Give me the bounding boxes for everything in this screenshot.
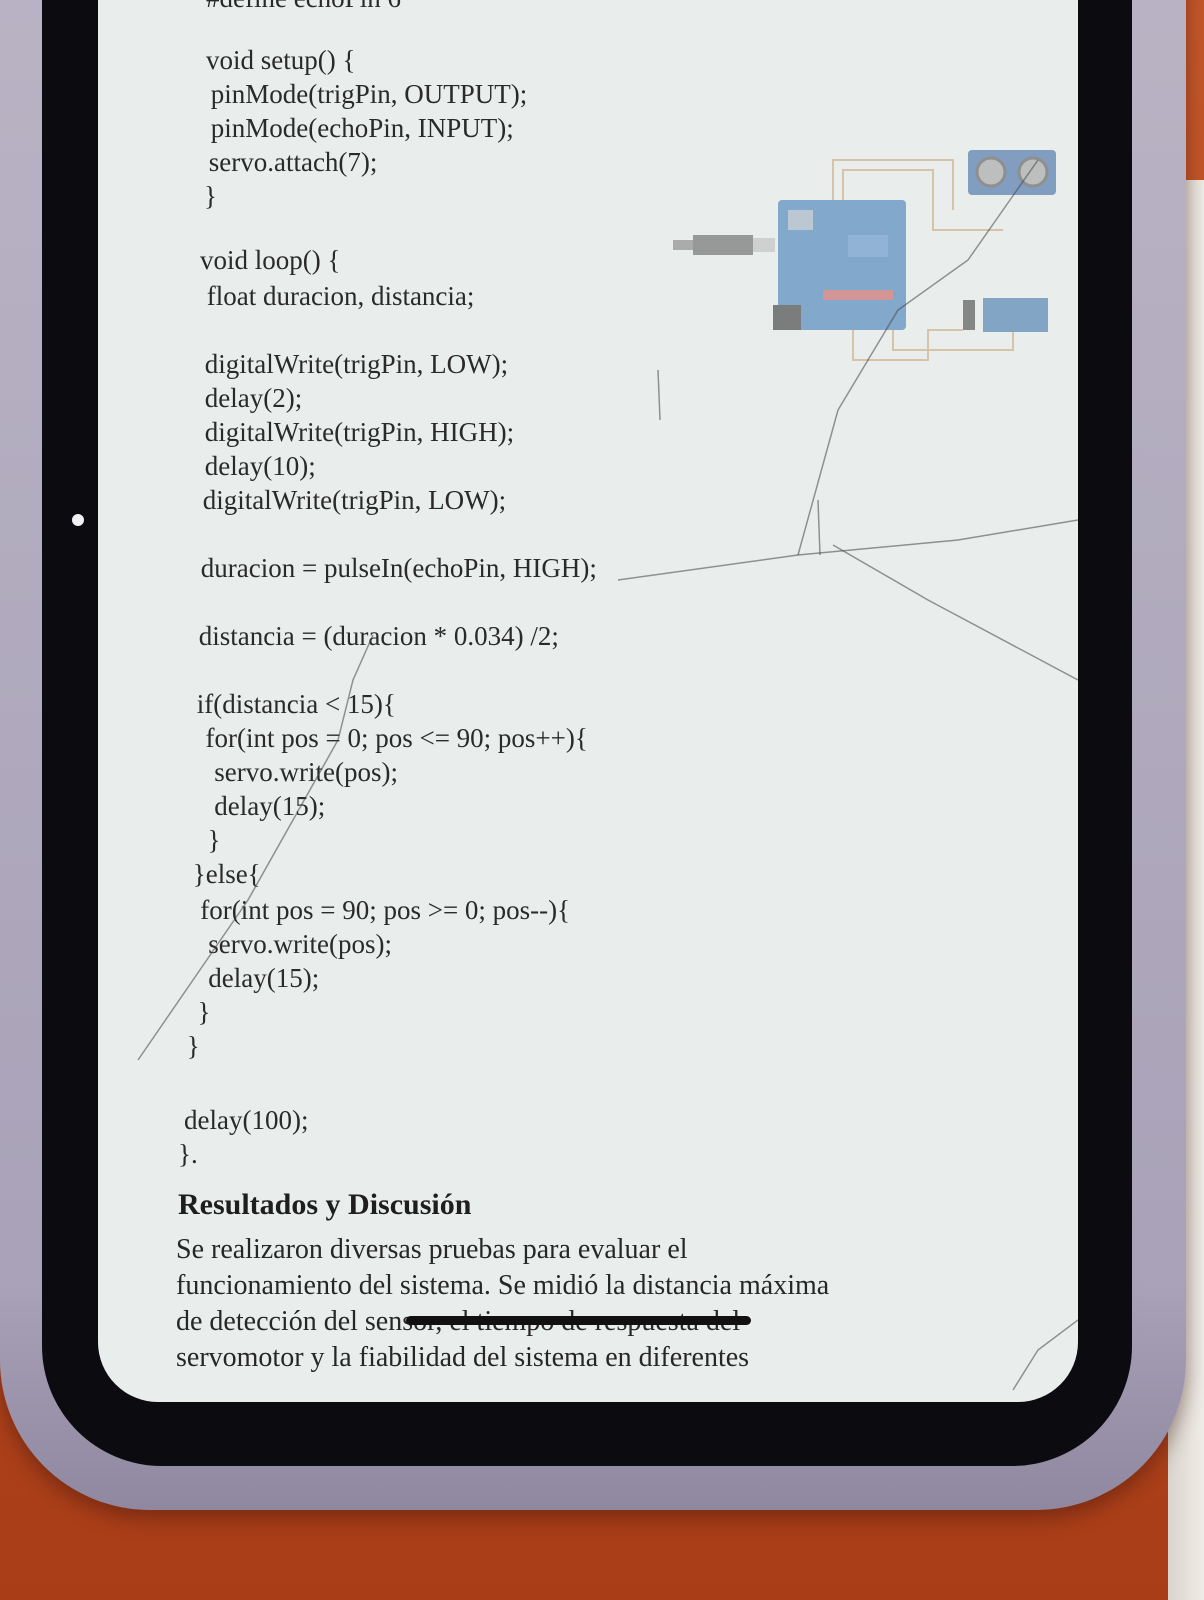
- code-line: }: [180, 1031, 200, 1061]
- code-line: digitalWrite(trigPin, HIGH);: [198, 417, 515, 447]
- code-line: void setup() {: [206, 45, 356, 75]
- code-line: for(int pos = 0; pos <= 90; pos++){: [192, 723, 588, 753]
- document-page[interactable]: #define echoPin 6 void setup() { pinMode…: [98, 0, 1078, 1402]
- code-line: delay(100);: [184, 1105, 309, 1135]
- circuit-diagram-image: [673, 150, 1056, 361]
- home-indicator[interactable]: [406, 1316, 751, 1325]
- code-line: servo.write(pos);: [188, 929, 392, 959]
- section-heading: Resultados y Discusión: [178, 1188, 472, 1221]
- paragraph-line: servomotor y la fiabilidad del sistema e…: [176, 1342, 750, 1373]
- code-line: delay(15);: [194, 791, 326, 821]
- arduino-board-icon: [773, 200, 906, 330]
- code-line: }else{: [186, 859, 261, 889]
- side-button: [72, 514, 84, 526]
- code-line: void loop() {: [200, 245, 341, 275]
- paragraph-line: funcionamiento del sistema. Se midió la …: [176, 1270, 830, 1301]
- photo-scene: #define echoPin 6 void setup() { pinMode…: [0, 0, 1204, 1600]
- paragraph-line: Se realizaron diversas pruebas para eval…: [176, 1234, 688, 1265]
- code-line: #define echoPin 6: [206, 0, 401, 14]
- phone-screen: #define echoPin 6 void setup() { pinMode…: [98, 0, 1078, 1402]
- code-line: duracion = pulseIn(echoPin, HIGH);: [194, 553, 597, 583]
- code-line: }: [184, 997, 211, 1027]
- code-line: servo.attach(7);: [202, 147, 378, 177]
- code-line: float duracion, distancia;: [200, 281, 475, 311]
- code-line: digitalWrite(trigPin, LOW);: [198, 349, 509, 379]
- code-line: if(distancia < 15){: [190, 689, 396, 719]
- code-line: servo.write(pos);: [194, 757, 398, 787]
- code-line: for(int pos = 90; pos >= 0; pos--){: [180, 895, 571, 925]
- code-line: pinMode(echoPin, INPUT);: [204, 113, 514, 143]
- code-line: delay(2);: [198, 383, 303, 413]
- usb-cable-icon: [673, 235, 775, 255]
- code-line: delay(15);: [188, 963, 320, 993]
- code-line: }.: [178, 1139, 198, 1169]
- code-line: digitalWrite(trigPin, LOW);: [196, 485, 507, 515]
- ultrasonic-sensor-icon: [968, 150, 1056, 195]
- servo-motor-icon: [963, 298, 1048, 332]
- code-line: }: [204, 181, 217, 211]
- code-line: }: [194, 825, 221, 855]
- code-line: pinMode(trigPin, OUTPUT);: [204, 79, 528, 109]
- code-line: distancia = (duracion * 0.034) /2;: [192, 621, 559, 651]
- code-line: delay(10);: [198, 451, 316, 481]
